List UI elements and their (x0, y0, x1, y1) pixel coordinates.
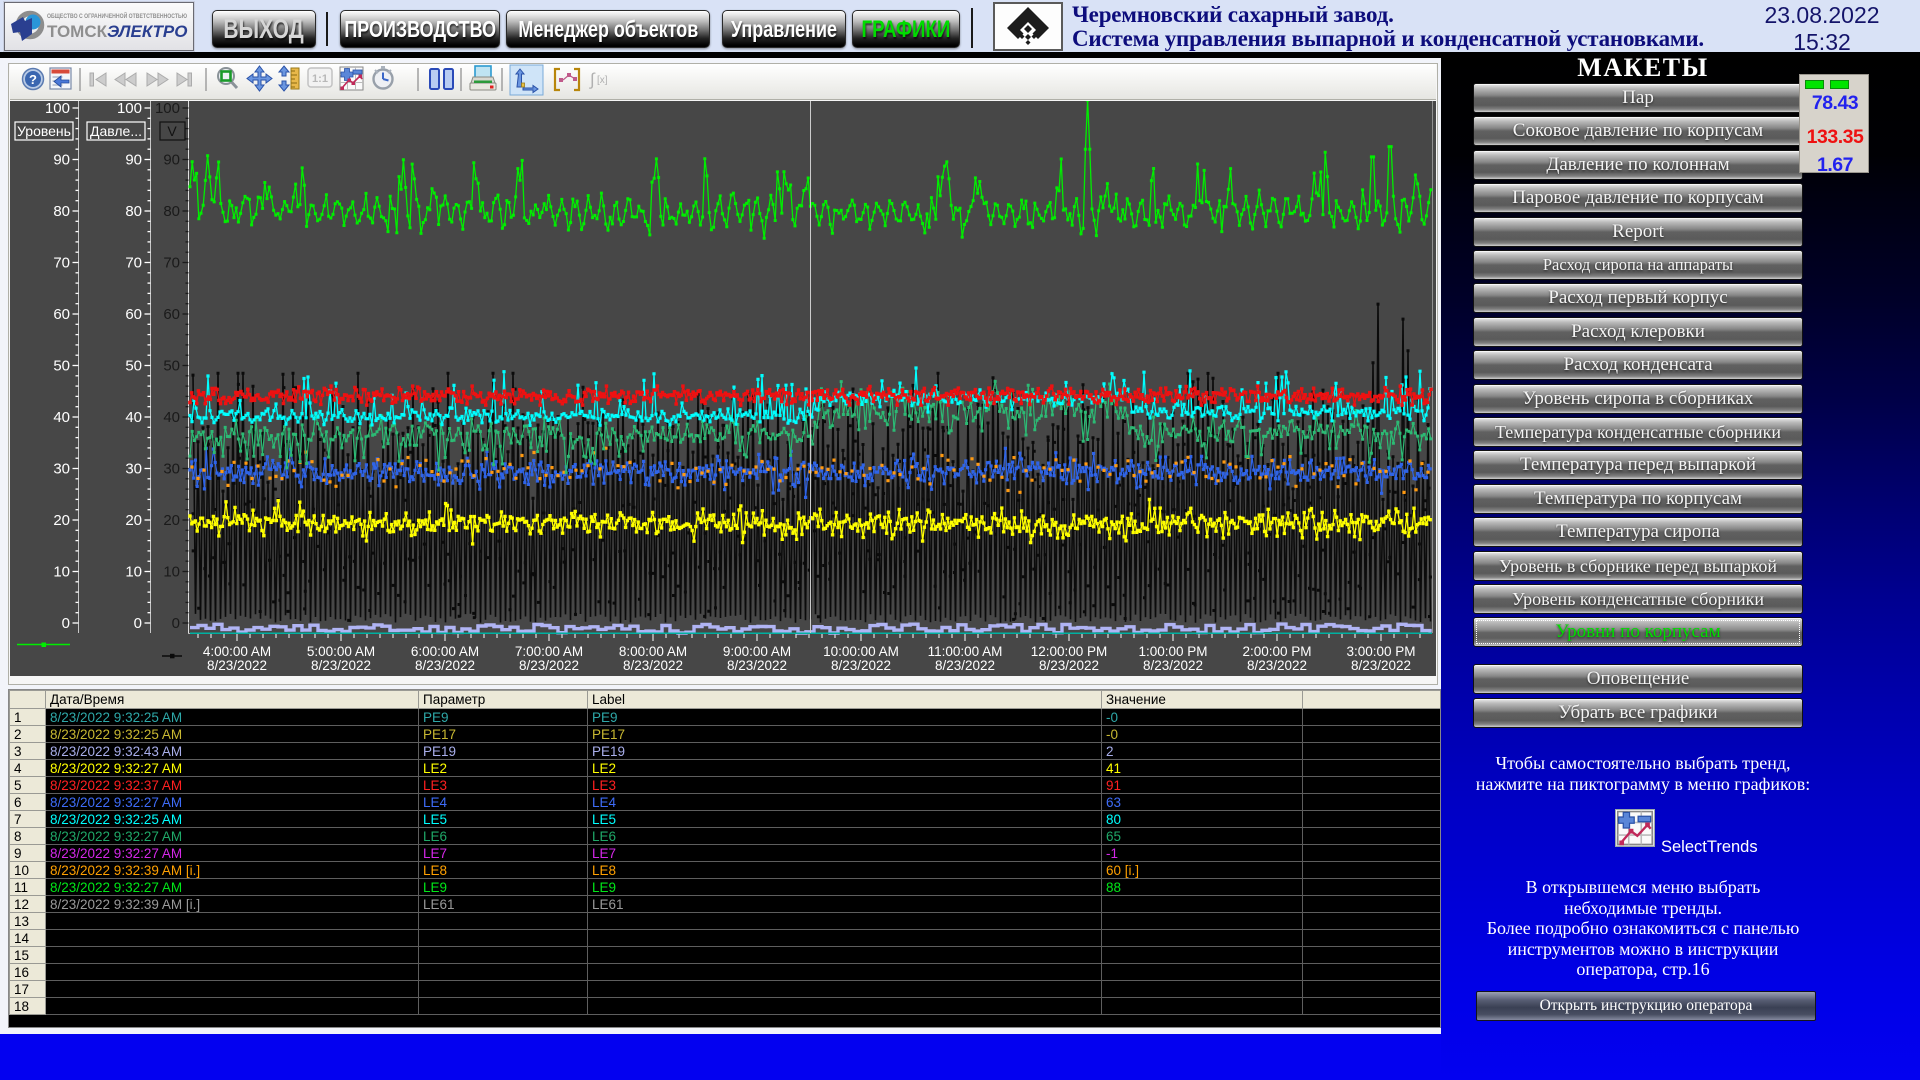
svg-text:ТОМСКЭЛЕКТРО: ТОМСКЭЛЕКТРО (47, 22, 187, 41)
svg-text:[x]: [x] (597, 75, 608, 86)
svg-text:30: 30 (53, 461, 70, 478)
svg-text:0: 0 (134, 615, 142, 632)
svg-text:10: 10 (53, 564, 70, 581)
svg-text:0: 0 (172, 615, 180, 632)
svg-text:50: 50 (163, 358, 180, 375)
svg-text:8/23/2022: 8/23/2022 (727, 658, 787, 673)
svg-text:10: 10 (125, 564, 142, 581)
svg-text:8/23/2022: 8/23/2022 (519, 658, 579, 673)
svg-text:?: ? (29, 72, 37, 87)
svg-text:8/23/2022: 8/23/2022 (1039, 658, 1099, 673)
svg-text:8/23/2022: 8/23/2022 (1247, 658, 1307, 673)
svg-text:7:00:00 AM: 7:00:00 AM (515, 644, 583, 659)
svg-text:40: 40 (53, 409, 70, 426)
svg-text:20: 20 (163, 512, 180, 529)
svg-text:8/23/2022: 8/23/2022 (935, 658, 995, 673)
svg-text:8/23/2022: 8/23/2022 (1143, 658, 1203, 673)
svg-text:6:00:00 AM: 6:00:00 AM (411, 644, 479, 659)
svg-text:20: 20 (125, 512, 142, 529)
svg-text:80: 80 (163, 203, 180, 220)
svg-text:11:00:00 AM: 11:00:00 AM (928, 644, 1003, 659)
svg-text:8/23/2022: 8/23/2022 (623, 658, 683, 673)
svg-text:70: 70 (163, 255, 180, 272)
svg-text:8/23/2022: 8/23/2022 (831, 658, 891, 673)
svg-text:V: V (167, 123, 177, 139)
svg-text:Давле...: Давле... (90, 123, 142, 139)
svg-text:30: 30 (163, 461, 180, 478)
svg-text:50: 50 (125, 358, 142, 375)
svg-text:40: 40 (125, 409, 142, 426)
svg-text:70: 70 (53, 255, 70, 272)
svg-text:30: 30 (125, 461, 142, 478)
svg-text:4:00:00 AM: 4:00:00 AM (203, 644, 271, 659)
svg-text:90: 90 (125, 152, 142, 169)
svg-text:3:00:00 PM: 3:00:00 PM (1346, 644, 1415, 659)
svg-text:90: 90 (53, 152, 70, 169)
svg-text:50: 50 (53, 358, 70, 375)
svg-text:10:00:00 AM: 10:00:00 AM (823, 644, 899, 659)
svg-text:0: 0 (62, 615, 70, 632)
svg-text:60: 60 (125, 306, 142, 323)
svg-text:8/23/2022: 8/23/2022 (311, 658, 371, 673)
svg-text:1:00:00 PM: 1:00:00 PM (1138, 644, 1207, 659)
svg-text:60: 60 (53, 306, 70, 323)
svg-text:80: 80 (53, 203, 70, 220)
svg-text:10: 10 (163, 564, 180, 581)
svg-text:ОБЩЕСТВО С ОГРАНИЧЕННОЙ ОТВЕТС: ОБЩЕСТВО С ОГРАНИЧЕННОЙ ОТВЕТСТВЕННОСТЬЮ (47, 12, 187, 20)
svg-text:8/23/2022: 8/23/2022 (415, 658, 475, 673)
svg-text:70: 70 (125, 255, 142, 272)
svg-text:∫: ∫ (589, 70, 596, 89)
svg-text:80: 80 (125, 203, 142, 220)
svg-text:100: 100 (155, 101, 180, 117)
svg-text:2:00:00 PM: 2:00:00 PM (1242, 644, 1311, 659)
svg-text:5:00:00 AM: 5:00:00 AM (307, 644, 375, 659)
svg-text:90: 90 (163, 152, 180, 169)
svg-text:8/23/2022: 8/23/2022 (207, 658, 267, 673)
svg-text:8/23/2022: 8/23/2022 (1351, 658, 1411, 673)
svg-text:12:00:00 PM: 12:00:00 PM (1031, 644, 1108, 659)
svg-text:20: 20 (53, 512, 70, 529)
svg-text:60: 60 (163, 306, 180, 323)
svg-text:100: 100 (117, 101, 142, 117)
svg-text:100: 100 (45, 101, 70, 117)
svg-text:1:1: 1:1 (312, 73, 328, 85)
svg-text:40: 40 (163, 409, 180, 426)
svg-text:8:00:00 AM: 8:00:00 AM (619, 644, 687, 659)
svg-text:9:00:00 AM: 9:00:00 AM (723, 644, 791, 659)
svg-text:Уровень: Уровень (17, 123, 71, 139)
